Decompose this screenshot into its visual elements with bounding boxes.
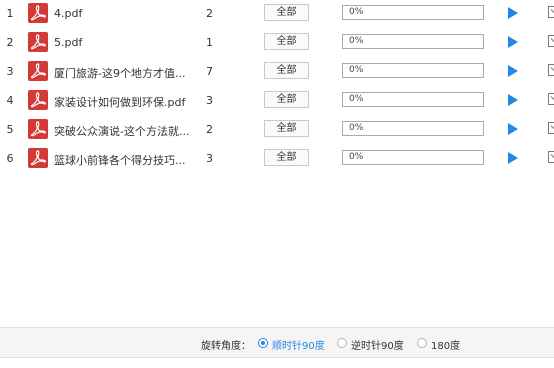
progress-bar: 0% — [342, 150, 484, 165]
file-row[interactable]: 5 突破公众演说-这个方法就... 2 全部 0% — [0, 116, 554, 145]
file-name: 篮球小前锋各个得分技巧... — [54, 154, 186, 167]
radio-unselected-icon[interactable] — [337, 338, 347, 348]
pdf-file-icon — [28, 90, 48, 110]
file-row[interactable]: 1 4.pdf 2 全部 0% — [0, 0, 554, 29]
file-name: 突破公众演说-这个方法就... — [54, 125, 190, 138]
progress-bar: 0% — [342, 34, 484, 49]
open-folder-icon[interactable] — [548, 122, 554, 134]
play-icon[interactable] — [508, 36, 518, 48]
play-icon[interactable] — [508, 65, 518, 77]
file-name: 厦门旅游-这9个地方才值... — [54, 67, 186, 80]
page-count: 2 — [206, 123, 213, 136]
file-name: 4.pdf — [54, 7, 83, 20]
row-index: 5 — [6, 123, 14, 136]
progress-text: 0% — [349, 94, 364, 104]
play-icon[interactable] — [508, 7, 518, 19]
progress-text: 0% — [349, 123, 364, 133]
row-index: 1 — [6, 7, 14, 20]
row-index: 3 — [6, 65, 14, 78]
pdf-file-icon — [28, 32, 48, 52]
file-row[interactable]: 4 家装设计如何做到环保.pdf 3 全部 0% — [0, 87, 554, 116]
pdf-file-icon — [28, 119, 48, 139]
open-folder-icon[interactable] — [548, 151, 554, 163]
row-index: 4 — [6, 94, 14, 107]
rotation-bar: 旋转角度： 顺时针90度 逆时针90度 180度 — [0, 327, 554, 358]
pdf-file-icon — [28, 3, 48, 23]
page-range-button[interactable]: 全部 — [264, 33, 309, 50]
option-label: 逆时针90度 — [351, 341, 404, 352]
progress-text: 0% — [349, 36, 364, 46]
page-range-button[interactable]: 全部 — [264, 120, 309, 137]
page-count: 1 — [206, 36, 213, 49]
progress-text: 0% — [349, 65, 364, 75]
page-count: 2 — [206, 7, 213, 20]
pdf-file-icon — [28, 148, 48, 168]
radio-selected-icon[interactable] — [258, 338, 268, 348]
open-folder-icon[interactable] — [548, 64, 554, 76]
file-row[interactable]: 6 篮球小前锋各个得分技巧... 3 全部 0% — [0, 145, 554, 174]
page-count: 7 — [206, 65, 213, 78]
open-folder-icon[interactable] — [548, 6, 554, 18]
progress-text: 0% — [349, 152, 364, 162]
row-index: 2 — [6, 36, 14, 49]
progress-bar: 0% — [342, 63, 484, 78]
open-folder-icon[interactable] — [548, 35, 554, 47]
page-count: 3 — [206, 94, 213, 107]
page-range-button[interactable]: 全部 — [264, 91, 309, 108]
radio-unselected-icon[interactable] — [417, 338, 427, 348]
page-range-button[interactable]: 全部 — [264, 62, 309, 79]
page-range-button[interactable]: 全部 — [264, 149, 309, 166]
progress-bar: 0% — [342, 92, 484, 107]
file-name: 5.pdf — [54, 36, 83, 49]
play-icon[interactable] — [508, 123, 518, 135]
progress-text: 0% — [349, 7, 364, 17]
page-count: 3 — [206, 152, 213, 165]
play-icon[interactable] — [508, 94, 518, 106]
file-list: 1 4.pdf 2 全部 0% 2 5.pdf 1 全部 0% 3 厦门旅游-这… — [0, 0, 554, 174]
file-row[interactable]: 3 厦门旅游-这9个地方才值... 7 全部 0% — [0, 58, 554, 87]
play-icon[interactable] — [508, 152, 518, 164]
option-label: 180度 — [431, 341, 461, 352]
file-row[interactable]: 2 5.pdf 1 全部 0% — [0, 29, 554, 58]
option-label: 顺时针90度 — [272, 341, 325, 352]
rotation-label: 旋转角度： — [201, 341, 251, 352]
row-index: 6 — [6, 152, 14, 165]
pdf-file-icon — [28, 61, 48, 81]
page-range-button[interactable]: 全部 — [264, 4, 309, 21]
file-name: 家装设计如何做到环保.pdf — [54, 96, 186, 109]
open-folder-icon[interactable] — [548, 93, 554, 105]
progress-bar: 0% — [342, 5, 484, 20]
progress-bar: 0% — [342, 121, 484, 136]
